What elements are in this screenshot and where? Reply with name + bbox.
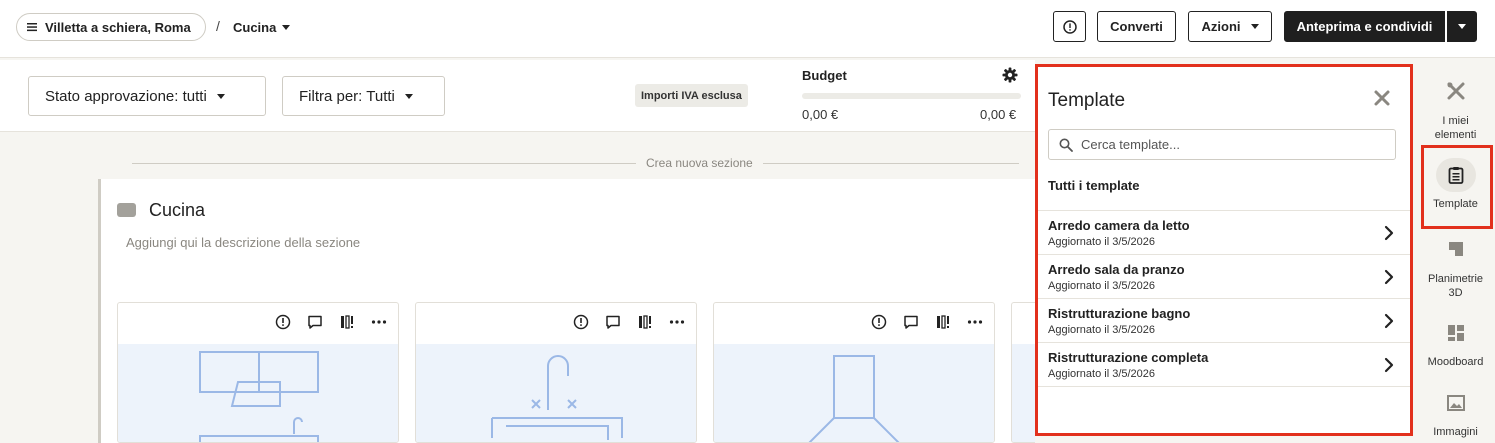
project-selector[interactable]: Villetta a schiera, Roma: [16, 13, 206, 41]
comment-icon[interactable]: [902, 313, 920, 331]
template-search-input[interactable]: [1081, 137, 1371, 152]
more-options-icon[interactable]: [668, 313, 686, 331]
rail-item-floorplans[interactable]: Planimetrie 3D: [1416, 232, 1495, 300]
template-list: Arredo camera da letto Aggiornato il 3/5…: [1038, 210, 1410, 387]
rail-item-images[interactable]: Immagini: [1416, 386, 1495, 438]
more-options-icon[interactable]: [370, 313, 388, 331]
item-card[interactable]: [415, 302, 697, 443]
preview-share-menu-button[interactable]: [1447, 11, 1477, 42]
room-name: Cucina: [233, 19, 277, 35]
rail-label: Planimetrie 3D: [1428, 273, 1484, 299]
template-updated: Aggiornato il 3/5/2026: [1048, 368, 1156, 380]
section-color-swatch[interactable]: [117, 203, 136, 217]
chevron-down-icon: [282, 24, 291, 30]
template-panel: Template Tutti i template Arredo camera …: [1035, 64, 1413, 436]
comment-icon[interactable]: [306, 313, 324, 331]
template-updated: Aggiornato il 3/5/2026: [1048, 324, 1156, 336]
create-section-label: Crea nuova sezione: [646, 156, 753, 170]
top-bar: Villetta a schiera, Roma / Cucina Conver…: [0, 0, 1495, 58]
vat-badge: Importi IVA esclusa: [635, 84, 748, 107]
sink-illustration: [416, 344, 696, 442]
convert-button[interactable]: Converti: [1097, 11, 1176, 42]
filter-by-label: Filtra per: Tutti: [299, 87, 395, 105]
rail-label: Immagini: [1433, 426, 1478, 438]
search-icon: [1059, 138, 1073, 152]
image-icon: [1446, 395, 1465, 411]
rail-highlight-frame: [1421, 145, 1493, 229]
actions-dropdown[interactable]: Azioni: [1188, 11, 1272, 42]
template-search[interactable]: [1048, 129, 1396, 160]
filter-by-dropdown[interactable]: Filtra per: Tutti: [282, 76, 445, 116]
comment-icon[interactable]: [604, 313, 622, 331]
chevron-right-icon: [1384, 357, 1394, 373]
create-section-divider[interactable]: Crea nuova sezione: [132, 155, 1035, 171]
more-options-icon[interactable]: [966, 313, 984, 331]
room-selector[interactable]: Cucina: [233, 13, 291, 41]
template-row[interactable]: Arredo camera da letto Aggiornato il 3/5…: [1038, 211, 1410, 255]
rail-label: Moodboard: [1427, 356, 1484, 368]
budget-total: 0,00 €: [980, 107, 1017, 122]
gear-icon[interactable]: [1002, 67, 1018, 83]
item-card[interactable]: [1011, 302, 1035, 443]
chevron-right-icon: [1384, 225, 1394, 241]
actions-label: Azioni: [1201, 19, 1241, 34]
rail-item-moodboard[interactable]: Moodboard: [1416, 316, 1495, 368]
approval-status-label: Stato approvazione: tutti: [45, 87, 207, 105]
section-title[interactable]: Cucina: [149, 200, 205, 221]
template-updated: Aggiornato il 3/5/2026: [1048, 236, 1156, 248]
project-name: Villetta a schiera, Roma: [45, 19, 191, 35]
tools-icon: [1447, 82, 1464, 100]
range-hood-illustration: [714, 344, 994, 442]
chevron-down-icon: [1458, 24, 1466, 29]
info-button[interactable]: [1053, 11, 1086, 42]
template-name: Arredo sala da pranzo: [1048, 262, 1185, 277]
info-icon[interactable]: [870, 313, 888, 331]
rail-label: I miei elementi: [1434, 115, 1477, 141]
divider-line: [132, 162, 636, 164]
preview-share-button[interactable]: Anteprima e condividi: [1284, 11, 1445, 42]
budget-label: Budget: [802, 68, 847, 83]
rail-item-my-elements[interactable]: I miei elementi: [1416, 74, 1495, 142]
close-icon[interactable]: [1372, 88, 1392, 108]
budget-spent: 0,00 €: [802, 107, 839, 122]
info-icon[interactable]: [572, 313, 590, 331]
template-name: Ristrutturazione completa: [1048, 350, 1209, 365]
chevron-down-icon: [216, 93, 225, 99]
priority-icon[interactable]: [934, 313, 952, 331]
info-icon: [1062, 19, 1077, 34]
item-card[interactable]: [117, 302, 399, 443]
section-description[interactable]: Aggiungi qui la descrizione della sezion…: [126, 235, 360, 250]
kitchen-unit-illustration: [118, 344, 398, 442]
all-templates-heading: Tutti i template: [1048, 178, 1140, 193]
breadcrumb-separator: /: [216, 18, 220, 34]
budget-progress-bar: [802, 93, 1021, 99]
priority-icon[interactable]: [338, 313, 356, 331]
chevron-down-icon: [1250, 24, 1259, 29]
info-icon[interactable]: [274, 313, 292, 331]
divider-line: [762, 162, 1019, 164]
template-name: Arredo camera da letto: [1048, 218, 1190, 233]
floorplan-icon: [1448, 242, 1463, 256]
panel-title: Template: [1048, 90, 1126, 111]
chevron-down-icon: [404, 93, 413, 99]
template-name: Ristrutturazione bagno: [1048, 306, 1191, 321]
right-rail: I miei elementi Template Planimetrie 3D …: [1416, 60, 1495, 443]
moodboard-icon: [1447, 325, 1464, 341]
template-updated: Aggiornato il 3/5/2026: [1048, 280, 1156, 292]
item-illustration: [1012, 344, 1035, 442]
menu-icon: [27, 23, 37, 32]
approval-status-dropdown[interactable]: Stato approvazione: tutti: [28, 76, 266, 116]
template-row[interactable]: Arredo sala da pranzo Aggiornato il 3/5/…: [1038, 255, 1410, 299]
chevron-right-icon: [1384, 313, 1394, 329]
item-card[interactable]: [713, 302, 995, 443]
template-row[interactable]: Ristrutturazione bagno Aggiornato il 3/5…: [1038, 299, 1410, 343]
template-row[interactable]: Ristrutturazione completa Aggiornato il …: [1038, 343, 1410, 387]
priority-icon[interactable]: [636, 313, 654, 331]
chevron-right-icon: [1384, 269, 1394, 285]
